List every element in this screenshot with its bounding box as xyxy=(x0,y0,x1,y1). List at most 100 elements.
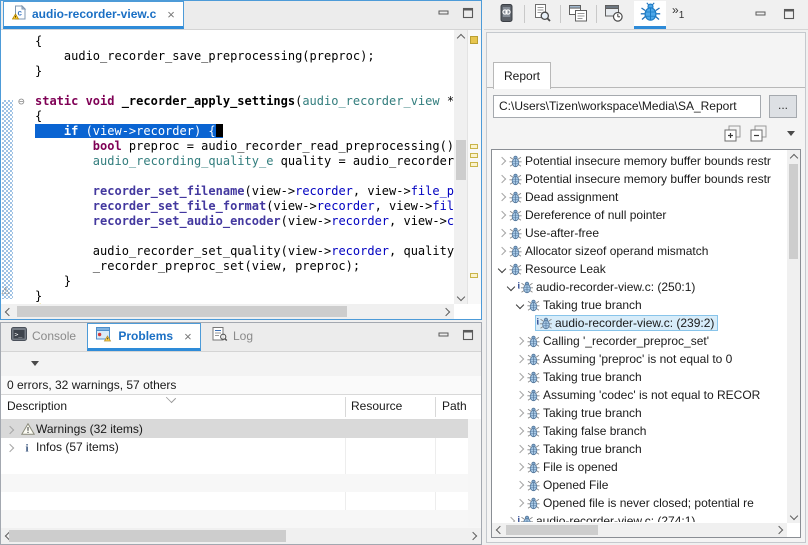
report-document-icon[interactable] xyxy=(528,1,556,28)
tree-item[interactable]: Potential insecure memory buffer bounds … xyxy=(493,170,786,188)
problems-horizontal-scrollbar[interactable] xyxy=(1,528,481,544)
tree-item-body[interactable]: Resource Leak xyxy=(508,261,609,277)
tree-horizontal-scrollbar[interactable] xyxy=(492,523,787,537)
scroll-right-arrow[interactable] xyxy=(467,528,481,544)
tree-item-body[interactable]: Taking true branch xyxy=(526,369,645,385)
tree-item-body[interactable]: Potential insecure memory buffer bounds … xyxy=(508,171,774,187)
column-description[interactable]: Description xyxy=(7,399,67,413)
chevron-right-icon[interactable] xyxy=(7,440,19,454)
chevron-right-icon[interactable] xyxy=(496,248,508,254)
tree-item[interactable]: Taking false branch xyxy=(493,422,786,440)
tab-report[interactable]: Report xyxy=(493,62,551,89)
problems-row[interactable]: Warnings (32 items) xyxy=(1,420,481,438)
tree-item-body[interactable]: iaudio-recorder-view.c: (274:1) xyxy=(517,513,698,522)
scroll-down-arrow[interactable] xyxy=(787,511,800,523)
tree-item[interactable]: Dead assignment xyxy=(493,188,786,206)
code-line[interactable] xyxy=(15,229,454,244)
scrollbar-thumb[interactable] xyxy=(9,530,286,542)
code-line[interactable] xyxy=(15,79,454,94)
chevron-right-icon[interactable] xyxy=(514,410,526,416)
fold-collapse-icon[interactable]: ⊖ xyxy=(18,94,25,109)
tree-item-body[interactable]: Taking true branch xyxy=(526,441,645,457)
tree-item-body[interactable]: Opened File xyxy=(526,477,611,493)
chevron-right-icon[interactable] xyxy=(514,446,526,452)
connect-device-icon[interactable] xyxy=(492,1,520,28)
view-menu-icon[interactable] xyxy=(787,131,795,140)
tree-item[interactable]: Use-after-free xyxy=(493,224,786,242)
code-line[interactable]: recorder_set_file_format(view->recorder,… xyxy=(15,199,454,214)
tree-item[interactable]: iaudio-recorder-view.c: (250:1) xyxy=(493,278,786,296)
tree-item-body[interactable]: Calling '_recorder_preproc_set' xyxy=(526,333,712,349)
column-path[interactable]: Path xyxy=(442,399,467,413)
tree-item[interactable]: iaudio-recorder-view.c: (274:1) xyxy=(493,512,786,522)
chevron-right-icon[interactable] xyxy=(496,194,508,200)
tree-item-body[interactable]: Taking true branch xyxy=(526,297,645,313)
chevron-down-icon[interactable] xyxy=(505,284,517,290)
close-tab-icon[interactable]: × xyxy=(167,7,175,22)
minimize-button[interactable] xyxy=(437,329,451,341)
scroll-right-arrow[interactable] xyxy=(773,523,787,537)
overview-ruler[interactable] xyxy=(467,30,481,304)
code-line[interactable]: { xyxy=(15,34,454,49)
annotation-ruler[interactable]: ⚠ xyxy=(1,30,15,304)
chevron-right-icon[interactable] xyxy=(514,464,526,470)
tree-item[interactable]: File is opened xyxy=(493,458,786,476)
tree-item-body[interactable]: Opened file is never closed; potential r… xyxy=(526,495,757,511)
overview-marker[interactable] xyxy=(470,144,478,149)
maximize-button[interactable] xyxy=(782,8,796,20)
problems-row[interactable]: iInfos (57 items) xyxy=(1,438,481,456)
expand-all-icon[interactable] xyxy=(721,125,743,145)
editor-horizontal-scrollbar[interactable] xyxy=(1,304,454,319)
tree-item-body[interactable]: Assuming 'codec' is not equal to RECOR xyxy=(526,387,763,403)
code-line[interactable]: if (view->recorder) { xyxy=(15,124,454,139)
chevron-right-icon[interactable] xyxy=(496,176,508,182)
scroll-up-arrow[interactable] xyxy=(454,30,468,42)
chevron-right-icon[interactable] xyxy=(496,158,508,164)
code-line[interactable]: audio_recording_quality_e quality = audi… xyxy=(15,154,454,169)
tree-item[interactable]: Taking true branch xyxy=(493,296,786,314)
window-history-icon[interactable] xyxy=(600,1,628,28)
chevron-right-icon[interactable] xyxy=(7,422,19,436)
tree-item[interactable]: Allocator sizeof operand mismatch xyxy=(493,242,786,260)
minimize-button[interactable] xyxy=(437,7,451,19)
code-line[interactable]: recorder_set_filename(view->recorder, vi… xyxy=(15,184,454,199)
scrollbar-thumb[interactable] xyxy=(789,164,798,259)
chevron-right-icon[interactable] xyxy=(505,518,517,522)
scrollbar-thumb[interactable] xyxy=(456,140,466,180)
problems-vertical-scrollbar[interactable] xyxy=(468,419,481,527)
code-line[interactable]: audio_recorder_save_preprocessing(prepro… xyxy=(15,49,454,64)
maximize-button[interactable] xyxy=(461,7,475,19)
code-line[interactable]: } xyxy=(15,289,454,304)
scroll-up-arrow[interactable] xyxy=(787,150,800,162)
code-line[interactable]: } xyxy=(15,274,454,289)
tree-item-body[interactable]: iaudio-recorder-view.c: (250:1) xyxy=(517,279,698,295)
compare-windows-icon[interactable] xyxy=(564,1,592,28)
chevron-right-icon[interactable] xyxy=(514,428,526,434)
maximize-button[interactable] xyxy=(461,329,475,341)
code-line[interactable]: } xyxy=(15,64,454,79)
code-line[interactable]: recorder_set_audio_encoder(view->recorde… xyxy=(15,214,454,229)
overview-marker[interactable] xyxy=(470,153,478,158)
toolbar-overflow[interactable]: »1 xyxy=(672,3,684,21)
overview-marker[interactable] xyxy=(470,273,478,278)
tree-item[interactable]: Opened file is never closed; potential r… xyxy=(493,494,786,512)
scroll-left-arrow[interactable] xyxy=(1,304,15,319)
chevron-right-icon[interactable] xyxy=(496,230,508,236)
tree-item[interactable]: Calling '_recorder_preproc_set' xyxy=(493,332,786,350)
tree-item[interactable]: Taking true branch xyxy=(493,404,786,422)
code-line[interactable]: audio_recorder_set_quality(view->recorde… xyxy=(15,244,454,259)
tree-item-body[interactable]: Taking true branch xyxy=(526,405,645,421)
code-line[interactable]: bool preproc = audio_recorder_read_prepr… xyxy=(15,139,454,154)
tab-problems[interactable]: Problems × xyxy=(87,323,200,351)
chevron-right-icon[interactable] xyxy=(514,500,526,506)
minimize-button[interactable] xyxy=(754,8,768,20)
column-resource[interactable]: Resource xyxy=(351,399,402,413)
tree-item[interactable]: iaudio-recorder-view.c: (239:2) xyxy=(493,314,786,332)
tree-item[interactable]: Dereference of null pointer xyxy=(493,206,786,224)
chevron-right-icon[interactable] xyxy=(514,482,526,488)
warning-annotation-icon[interactable]: ⚠ xyxy=(1,286,10,297)
code-area[interactable]: { audio_recorder_save_preprocessing(prep… xyxy=(15,30,454,304)
collapse-all-icon[interactable] xyxy=(747,125,769,145)
close-tab-icon[interactable]: × xyxy=(184,329,192,344)
tree-item-body[interactable]: Assuming 'preproc' is not equal to 0 xyxy=(526,351,735,367)
